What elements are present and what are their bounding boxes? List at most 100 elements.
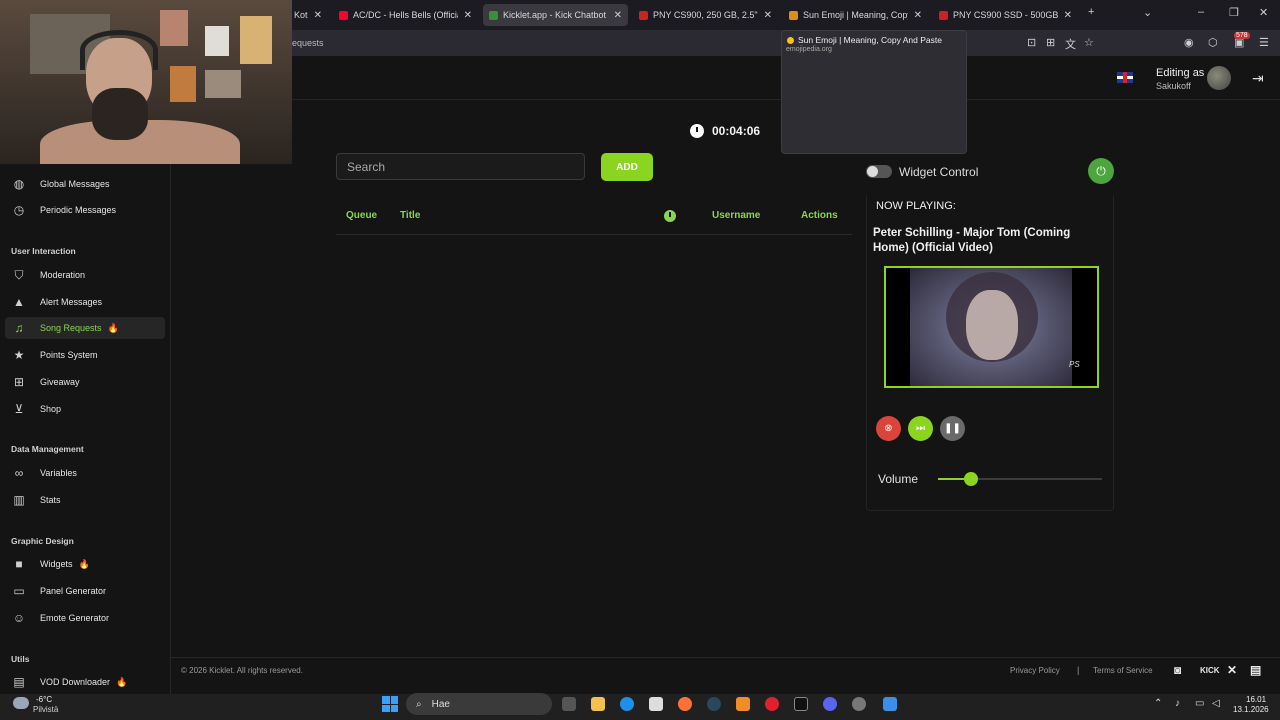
tab-title: Sun Emoji | Meaning, Copy [803, 10, 908, 20]
translate-icon[interactable]: 文 [1065, 36, 1076, 52]
browser-tab[interactable]: Kotisi ✕ [288, 4, 328, 26]
widget-control-label: Widget Control [899, 165, 979, 179]
browser-tab[interactable]: PNY CS900, 250 GB, 2.5", 535 M ✕ [633, 4, 778, 26]
app-icon[interactable] [883, 697, 897, 711]
fire-icon: 🔥 [78, 558, 90, 569]
tray-chevron-icon[interactable]: ⌃ [1154, 698, 1162, 709]
remove-song-button[interactable]: ⊗ [876, 416, 901, 441]
emote-icon: ☺ [12, 611, 26, 625]
sidebar-item-panel-generator[interactable]: ▭ Panel Generator [5, 580, 165, 602]
firefox-icon[interactable] [678, 697, 692, 711]
sidebar-item-song-requests[interactable]: ♫ Song Requests 🔥 [5, 317, 165, 339]
new-tab-button[interactable]: + [1088, 6, 1094, 18]
sidebar-item-stats[interactable]: ▥ Stats [5, 489, 165, 511]
browser-tab[interactable]: Sun Emoji | Meaning, Copy ✕ [783, 4, 928, 26]
microphone-icon[interactable]: ♪ [1175, 698, 1180, 709]
logout-icon[interactable]: ⇥ [1252, 70, 1264, 87]
vlc-icon[interactable] [736, 697, 750, 711]
volume-knob[interactable] [963, 472, 978, 486]
file-explorer-icon[interactable] [591, 697, 605, 711]
steam-icon[interactable] [707, 697, 721, 711]
webcam-headphones [80, 30, 158, 70]
video-player[interactable]: PS [884, 266, 1099, 388]
url-text[interactable]: equests [292, 38, 324, 48]
film-icon: ▤ [13, 675, 25, 689]
document-icon[interactable]: ▤ [1250, 663, 1261, 677]
sidebar-item-label: Panel Generator [40, 586, 107, 596]
close-icon[interactable]: ✕ [1064, 10, 1072, 21]
sun-emoji-icon [787, 37, 794, 44]
tab-list-icon[interactable]: ⌄ [1143, 6, 1152, 19]
uk-flag-icon[interactable] [1117, 72, 1133, 83]
browser-tab[interactable]: AC/DC - Hells Bells (Official 4K ✕ [333, 4, 478, 26]
add-button[interactable]: ADD [601, 153, 653, 181]
sidebar-item-alert-messages[interactable]: ▲ Alert Messages [5, 291, 165, 313]
close-icon[interactable]: ✕ [464, 10, 472, 21]
avatar[interactable] [1207, 66, 1231, 90]
cart-icon: ⊻ [14, 402, 24, 416]
task-view-icon[interactable] [562, 697, 576, 711]
sidebar-item-vod-downloader[interactable]: ▤ VOD Downloader 🔥 [5, 671, 165, 693]
search-input[interactable] [336, 153, 585, 180]
x-icon[interactable]: ✕ [1227, 663, 1237, 677]
sidebar-item-moderation[interactable]: ⛉ Moderation [5, 264, 165, 286]
taskbar-date[interactable]: 13.1.2026 [1233, 705, 1269, 714]
sidebar-item-emote-generator[interactable]: ☺ Emote Generator [5, 607, 165, 629]
close-icon[interactable]: ✕ [314, 10, 322, 21]
terms-of-service-link[interactable]: Terms of Service [1093, 666, 1153, 675]
kick-icon[interactable]: KICK [1200, 666, 1220, 675]
sidebar-section-title: Utils [11, 654, 30, 664]
taskbar-time[interactable]: 16.01 [1246, 695, 1266, 704]
taskbar-search[interactable]: ⌕ Hae [406, 693, 552, 715]
widget-control-toggle[interactable] [866, 165, 892, 178]
save-page-icon[interactable]: ⊞ [1046, 36, 1055, 49]
close-icon[interactable]: ✕ [614, 10, 622, 21]
store-icon [939, 10, 948, 20]
pause-button[interactable]: ❚❚ [940, 416, 965, 441]
windows-start-icon[interactable] [382, 696, 398, 712]
close-icon[interactable]: ✕ [764, 10, 772, 21]
sidebar-section-title: Graphic Design [11, 536, 74, 546]
sidebar-item-variables[interactable]: ∞ Variables [5, 462, 165, 484]
volume-slider[interactable] [938, 472, 1102, 486]
weather-status[interactable]: Pilvistä [33, 705, 58, 714]
edge-icon[interactable] [620, 697, 634, 711]
clock-icon: ◷ [13, 203, 25, 217]
speaker-icon[interactable]: ◁ [1212, 698, 1220, 709]
sidebar-item-shop[interactable]: ⊻ Shop [5, 398, 165, 420]
sidebar-item-global-messages[interactable]: ◍ Global Messages [5, 173, 165, 195]
maximize-icon[interactable]: ❐ [1229, 6, 1239, 19]
minimize-icon[interactable]: – [1198, 6, 1204, 18]
sidebar-item-label: Widgets [40, 559, 73, 569]
skip-button[interactable]: ⏭ [908, 416, 933, 441]
webcam-poster [205, 26, 229, 56]
sidebar-item-widgets[interactable]: ■ Widgets 🔥 [5, 553, 165, 575]
tab-title: Kotisi [294, 10, 308, 20]
opera-icon[interactable] [765, 697, 779, 711]
privacy-policy-link[interactable]: Privacy Policy [1010, 666, 1060, 675]
browser-tab[interactable]: PNY CS900 SSD - 500GB - SATA ✕ [933, 4, 1078, 26]
terminal-icon[interactable] [794, 697, 808, 711]
account-icon[interactable]: ◉ [1184, 36, 1194, 49]
weather-icon[interactable] [13, 697, 29, 709]
sidebar-item-periodic-messages[interactable]: ◷ Periodic Messages [5, 199, 165, 221]
discord-icon[interactable]: ◙ [1174, 663, 1181, 677]
screenshot-icon[interactable]: ⊡ [1027, 36, 1036, 49]
sidebar-item-points-system[interactable]: ★ Points System [5, 344, 165, 366]
camera-icon: ■ [15, 557, 23, 571]
window-close-icon[interactable]: ✕ [1259, 6, 1268, 19]
store-icon[interactable] [649, 697, 663, 711]
display-icon[interactable]: ▭ [1195, 698, 1204, 709]
sidebar-item-label: Points System [40, 350, 98, 360]
sidebar-item-label: Shop [40, 404, 62, 414]
menu-icon[interactable]: ☰ [1259, 36, 1269, 49]
settings-icon[interactable] [852, 697, 866, 711]
power-button[interactable]: ⏻ [1088, 158, 1114, 184]
sidebar-item-giveaway[interactable]: ⊞ Giveaway [5, 371, 165, 393]
bookmark-star-icon[interactable]: ☆ [1084, 36, 1094, 49]
discord-app-icon[interactable] [823, 697, 837, 711]
close-icon[interactable]: ✕ [914, 10, 922, 21]
extensions-icon[interactable]: ⬡ [1208, 36, 1218, 49]
browser-tab-active[interactable]: Kicklet.app - Kick Chatbot ✕ [483, 4, 628, 26]
weather-temperature[interactable]: -6°C [36, 695, 52, 704]
